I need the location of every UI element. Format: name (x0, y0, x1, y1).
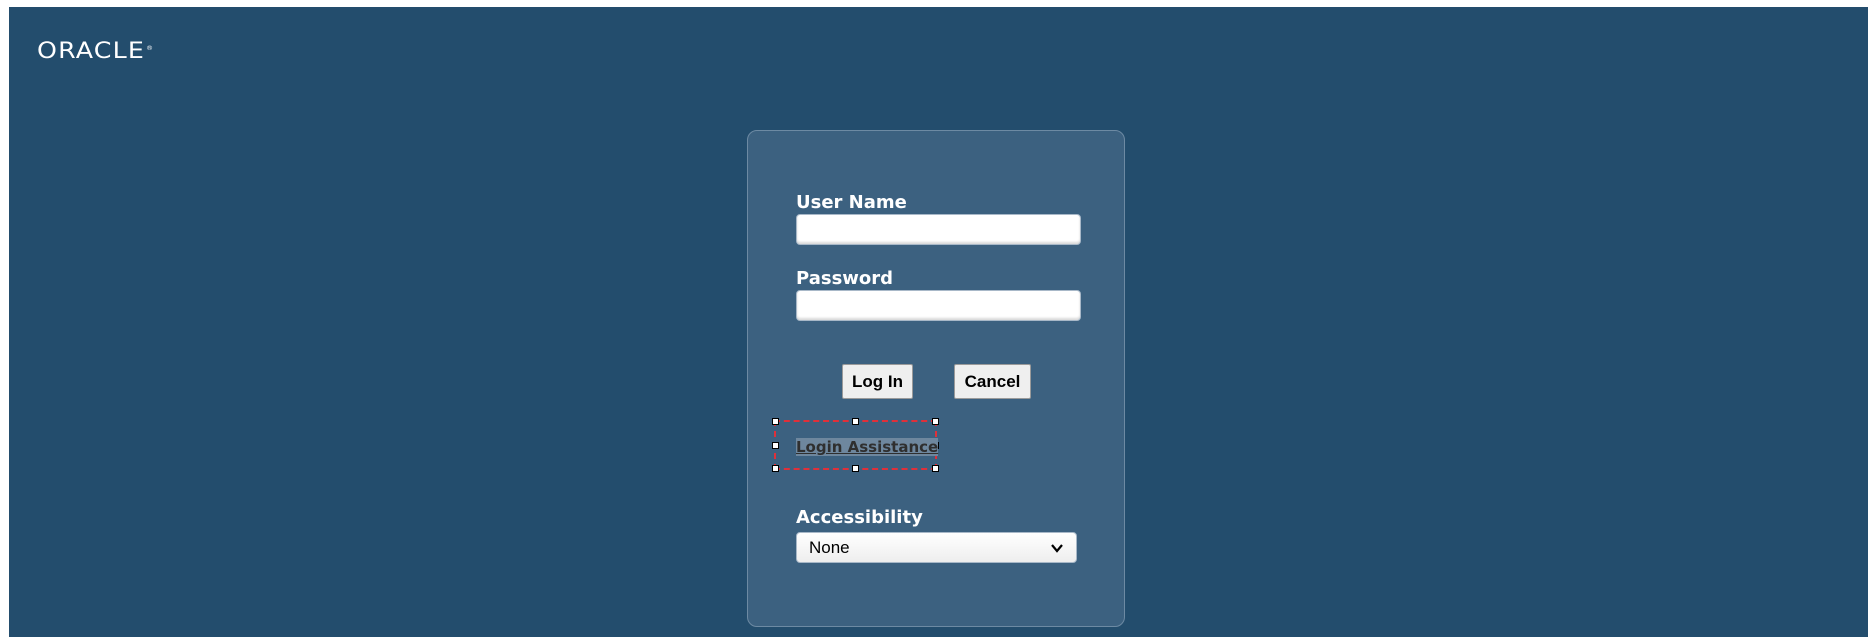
resize-handle-top[interactable] (852, 418, 859, 425)
login-panel: User Name Password Log In Cancel Login A… (747, 130, 1125, 627)
resize-handle-bottom[interactable] (852, 465, 859, 472)
accessibility-select[interactable]: None (796, 532, 1077, 563)
cancel-button[interactable]: Cancel (954, 364, 1031, 399)
chevron-down-icon (1051, 543, 1063, 553)
logo-text: ORACLE (37, 39, 145, 64)
password-label: Password (796, 268, 894, 289)
resize-handle-bottom-right[interactable] (932, 465, 939, 472)
oracle-logo: ORACLE® (37, 39, 154, 64)
resize-handle-top-right[interactable] (932, 418, 939, 425)
accessibility-selected-value: None (809, 537, 850, 557)
resize-handle-bottom-left[interactable] (772, 465, 779, 472)
resize-handle-left[interactable] (772, 442, 779, 449)
trademark-mark: ® (146, 44, 155, 52)
login-button[interactable]: Log In (842, 364, 913, 399)
password-input[interactable] (796, 290, 1081, 321)
accessibility-label: Accessibility (796, 507, 923, 528)
login-assistance-link[interactable]: Login Assistance (796, 438, 939, 456)
username-label: User Name (796, 192, 907, 213)
username-input[interactable] (796, 214, 1081, 245)
resize-handle-top-left[interactable] (772, 418, 779, 425)
login-page: ORACLE® User Name Password Log In Cancel… (9, 7, 1868, 637)
